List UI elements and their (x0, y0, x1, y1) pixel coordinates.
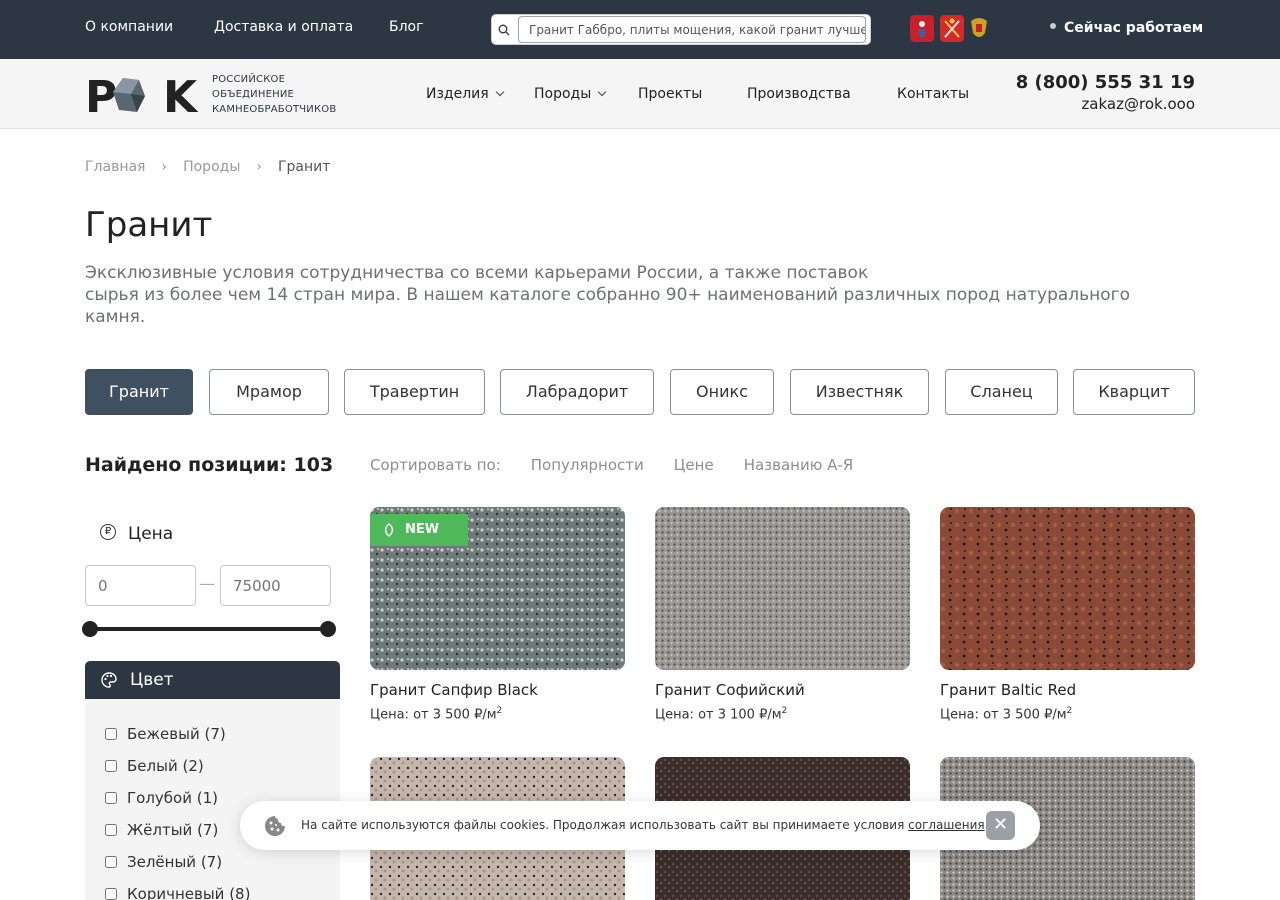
rock-tab-marble[interactable]: Мрамор (209, 369, 329, 415)
search-box: Гранит Габбро, плиты мощения, какой гран… (491, 14, 871, 45)
close-icon[interactable]: ✕ (986, 811, 1015, 840)
rock-tab-travertine[interactable]: Травертин (344, 369, 485, 415)
phone-link[interactable]: 8 (800) 555 31 19 (1016, 72, 1195, 93)
color-checkbox[interactable] (105, 888, 117, 900)
main-header: P K РОССИЙСКОЕ ОБЪЕДИНЕНИЕ КАМНЕОБРАБОТЧ… (0, 59, 1280, 129)
palette-icon (101, 672, 117, 688)
top-link-blog[interactable]: Блог (389, 19, 423, 35)
search-input[interactable]: Гранит Габбро, плиты мощения, какой гран… (518, 16, 866, 43)
rock-tab-slate[interactable]: Сланец (945, 369, 1058, 415)
top-link-about[interactable]: О компании (85, 19, 173, 35)
price-slider-track[interactable] (90, 627, 328, 631)
rock-tab-granite[interactable]: Гранит (85, 369, 193, 415)
nav-item-production[interactable]: Производства (747, 86, 851, 102)
sort-option-name[interactable]: Названию А-Я (744, 456, 854, 474)
color-option-yellow[interactable]: Жёлтый (7) (105, 821, 218, 839)
sort-option-price[interactable]: Цене (674, 456, 714, 474)
product-price: Цена: от 3 500 ₽/м2 (940, 706, 1073, 723)
price-max-input[interactable] (220, 565, 331, 606)
product-image[interactable] (655, 507, 910, 670)
color-option-beige[interactable]: Бежевый (7) (105, 725, 226, 743)
breadcrumb-home[interactable]: Главная (85, 159, 145, 175)
breadcrumb: Главная › Породы › Гранит (85, 159, 330, 175)
granite-texture (940, 507, 1195, 670)
ruble-icon: ₽ (100, 524, 116, 540)
working-status: Сейчас работаем (1050, 20, 1203, 36)
chevron-down-icon (598, 87, 607, 97)
logo-subtitle: РОССИЙСКОЕ ОБЪЕДИНЕНИЕ КАМНЕОБРАБОТЧИКОВ (212, 74, 337, 115)
chevron-right-icon: › (256, 159, 262, 175)
product-card[interactable]: Гранит Baltic Red Цена: от 3 500 ₽/м2 (940, 507, 1195, 722)
spb-emblem-icon[interactable] (940, 15, 964, 42)
price-slider-min-handle[interactable] (82, 621, 98, 637)
svg-text:P: P (85, 74, 117, 116)
found-count: Найдено позиции: 103 (85, 454, 334, 476)
price-filter-title: ₽ Цена (100, 524, 173, 544)
product-name[interactable]: Гранит Софийский (655, 681, 910, 699)
rock-filter-tabs: Гранит Мрамор Травертин Лабрадорит Оникс… (85, 369, 1195, 415)
nav-item-contacts[interactable]: Контакты (897, 86, 969, 102)
price-min-input[interactable] (85, 565, 196, 606)
page-title: Гранит (85, 205, 213, 245)
svg-text:K: K (163, 74, 199, 116)
color-checkbox[interactable] (105, 728, 117, 740)
color-filter-header[interactable]: Цвет (85, 661, 340, 699)
product-card[interactable]: Гранит Софийский Цена: от 3 100 ₽/м2 (655, 507, 910, 722)
moscow-emblem-icon[interactable] (910, 15, 934, 42)
leaf-icon (384, 523, 394, 537)
chevron-right-icon: › (161, 159, 168, 175)
color-checkbox[interactable] (105, 856, 117, 868)
sort-option-popularity[interactable]: Популярности (531, 456, 644, 474)
product-name[interactable]: Гранит Baltic Red (940, 681, 1195, 699)
color-option-brown[interactable]: Коричневый (8) (105, 885, 250, 900)
cookie-text: На сайте используются файлы cookies. Про… (301, 818, 985, 832)
status-dot-icon (1050, 23, 1056, 29)
breadcrumb-current: Гранит (277, 159, 331, 175)
page-intro: Эксклюзивные условия сотрудничества со в… (85, 263, 1131, 327)
sort-bar: Сортировать по: Популярности Цене Названию … (370, 456, 883, 474)
rok-logo[interactable]: P K (85, 74, 200, 116)
color-checkbox[interactable] (105, 824, 117, 836)
rock-tab-limestone[interactable]: Известняк (790, 369, 929, 415)
new-badge: NEW (370, 514, 468, 546)
price-slider-max-handle[interactable] (320, 621, 336, 637)
chevron-down-icon (495, 87, 504, 97)
search-icon[interactable] (498, 24, 510, 36)
color-checkbox[interactable] (105, 760, 117, 772)
product-image[interactable] (940, 507, 1195, 670)
product-price: Цена: от 3 100 ₽/м2 (655, 706, 788, 723)
color-option-green[interactable]: Зелёный (7) (105, 853, 222, 871)
product-card[interactable]: NEW Гранит Сапфир Black Цена: от 3 500 ₽… (370, 507, 625, 722)
email-link[interactable]: zakaz@rok.ooo (1081, 95, 1195, 113)
rock-tab-quartzite[interactable]: Кварцит (1073, 369, 1195, 415)
product-image[interactable]: NEW (370, 507, 625, 670)
top-link-delivery[interactable]: Доставка и оплата (214, 19, 353, 35)
nav-item-rocks[interactable]: Породы (534, 86, 607, 102)
rock-tab-onyx[interactable]: Оникс (670, 369, 774, 415)
russia-emblem-icon[interactable] (967, 15, 991, 42)
product-price: Цена: от 3 500 ₽/м2 (370, 706, 503, 723)
sort-label: Сортировать по: (370, 456, 501, 474)
product-name[interactable]: Гранит Сапфир Black (370, 681, 625, 699)
nav-item-projects[interactable]: Проекты (638, 86, 702, 102)
color-option-blue[interactable]: Голубой (1) (105, 789, 218, 807)
cookie-icon (265, 816, 285, 836)
top-bar: О компании Доставка и оплата Блог Гранит… (0, 0, 1280, 59)
rock-tab-labradorite[interactable]: Лабрадорит (500, 369, 654, 415)
color-filter-panel: Бежевый (7) Белый (2) Голубой (1) Жёлтый… (85, 699, 340, 900)
color-option-white[interactable]: Белый (2) (105, 757, 204, 775)
cookie-agreement-link[interactable]: соглашения (908, 818, 985, 832)
color-checkbox[interactable] (105, 792, 117, 804)
cookie-banner: На сайте используются файлы cookies. Про… (240, 801, 1040, 850)
price-dash: — (199, 574, 215, 593)
granite-texture (655, 507, 910, 670)
nav-item-products[interactable]: Изделия (426, 86, 504, 102)
breadcrumb-rocks[interactable]: Породы (183, 159, 240, 175)
